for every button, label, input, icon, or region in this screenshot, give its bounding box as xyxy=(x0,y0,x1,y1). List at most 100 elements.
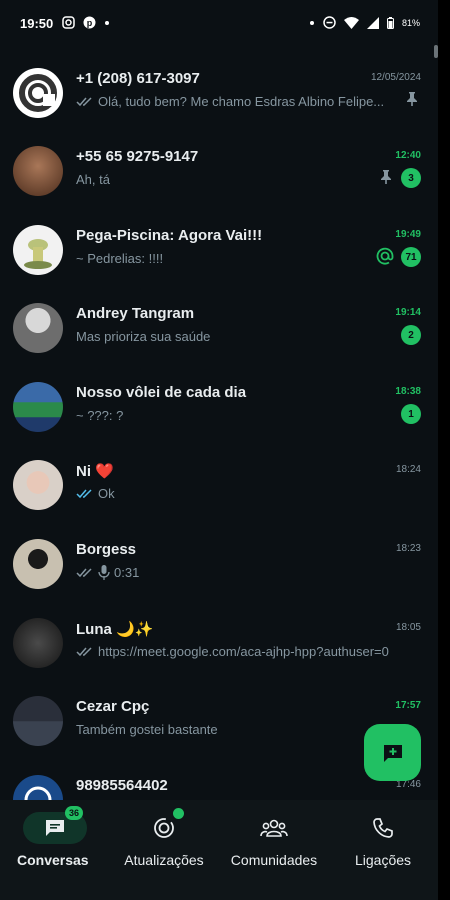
chat-preview-text: Ah, tá xyxy=(76,172,110,187)
pin-icon xyxy=(381,170,391,184)
status-bar: 19:50 p 81% xyxy=(0,0,450,48)
chat-time: 18:05 xyxy=(395,622,421,633)
new-chat-button[interactable] xyxy=(364,724,421,781)
svg-text:p: p xyxy=(87,18,93,28)
unread-badge: 3 xyxy=(401,168,421,188)
chat-row[interactable]: Luna 🌙✨ 18:05 https://meet.google.com/ac… xyxy=(0,608,434,686)
chat-preview: Olá, tudo bem? Me chamo Esdras Albino Fe… xyxy=(76,94,396,109)
tab-chats-indicator: 36 xyxy=(23,806,87,844)
chat-preview-text: Ok xyxy=(98,486,115,501)
chat-name: Ni ❤️ xyxy=(76,463,114,480)
chat-time: 18:38 xyxy=(395,386,421,397)
system-icons: 81% xyxy=(309,16,420,29)
chat-preview-text: ~ ???: ? xyxy=(76,408,124,423)
avatar xyxy=(13,618,63,668)
chat-preview: Ah, tá xyxy=(76,172,396,187)
chat-row[interactable]: +55 65 9275-9147 12:40 Ah, tá 3 xyxy=(0,136,434,214)
signal-icon xyxy=(366,16,379,29)
avatar xyxy=(13,68,63,118)
chats-unread-badge: 36 xyxy=(65,806,83,820)
tab-updates[interactable]: Atualizações xyxy=(116,808,212,868)
chat-name: Andrey Tangram xyxy=(76,305,195,322)
chat-name: Luna 🌙✨ xyxy=(76,621,154,638)
tab-calls-label: Ligações xyxy=(354,852,412,868)
double-check-icon xyxy=(76,96,92,106)
mention-icon xyxy=(376,247,394,265)
chat-row[interactable]: Nosso vôlei de cada dia 18:38 ~ ???: ? 1 xyxy=(0,372,434,450)
tab-updates-label: Atualizações xyxy=(124,852,204,868)
chat-preview: Também gostei bastante xyxy=(76,722,396,737)
chat-row[interactable]: Ni ❤️ 18:24 Ok xyxy=(0,450,434,528)
phone-icon xyxy=(373,818,393,838)
chat-row[interactable]: Pega-Piscina: Agora Vai!!! 19:49 ~ Pedre… xyxy=(0,215,434,293)
tab-communities-icon-wrap xyxy=(242,812,306,844)
chat-time: 18:24 xyxy=(395,464,421,475)
tab-calls-icon-wrap xyxy=(351,812,415,844)
avatar xyxy=(13,303,63,353)
avatar xyxy=(13,225,63,275)
pin-icon xyxy=(407,92,417,106)
chat-row[interactable]: +1 (208) 617-3097 12/05/2024 Olá, tudo b… xyxy=(0,58,434,136)
tab-communities-label: Comunidades xyxy=(230,852,318,868)
bottom-navigation: 36 Conversas Atualizações Comunidades Li… xyxy=(0,800,438,900)
dot-icon xyxy=(105,20,109,25)
tab-calls[interactable]: Ligações xyxy=(348,812,418,868)
chat-row[interactable]: Andrey Tangram 19:14 Mas prioriza sua sa… xyxy=(0,293,434,371)
dot-icon xyxy=(309,20,314,25)
instagram-icon xyxy=(62,16,75,29)
avatar xyxy=(13,539,63,589)
updates-dot xyxy=(173,808,184,819)
double-check-icon xyxy=(76,646,92,656)
wifi-icon xyxy=(343,16,359,29)
chat-time: 19:14 xyxy=(395,307,421,318)
chat-preview: ~ ???: ? xyxy=(76,408,396,423)
chat-time: 18:23 xyxy=(395,543,421,554)
chat-time: 12:40 xyxy=(395,150,421,161)
chat-name: Borgess xyxy=(76,541,137,558)
unread-badge: 71 xyxy=(401,247,421,267)
chat-preview-text: https://meet.google.com/aca-ajhp-hpp?aut… xyxy=(98,644,389,659)
do-not-disturb-icon xyxy=(323,16,336,29)
status-time: 19:50 xyxy=(20,16,54,31)
chat-preview-text: 0:31 xyxy=(114,565,140,580)
updates-icon xyxy=(154,818,174,838)
chat-list: +1 (208) 617-3097 12/05/2024 Olá, tudo b… xyxy=(0,48,434,800)
chat-name: 98985564402 xyxy=(76,777,168,794)
new-chat-icon xyxy=(383,744,402,762)
chat-row[interactable]: Borgess 18:23 0:31 xyxy=(0,529,434,607)
chat-preview-text: Mas prioriza sua saúde xyxy=(76,329,211,344)
pinterest-icon: p xyxy=(83,16,96,29)
communities-icon xyxy=(260,819,288,837)
chat-preview: Ok xyxy=(76,486,396,501)
unread-badge: 2 xyxy=(401,325,421,345)
tab-communities[interactable]: Comunidades xyxy=(225,812,323,868)
double-check-icon xyxy=(76,567,92,577)
avatar xyxy=(13,775,63,800)
chat-name: +55 65 9275-9147 xyxy=(76,148,199,165)
avatar xyxy=(13,696,63,746)
tab-updates-icon-wrap xyxy=(132,808,196,844)
chat-time: 19:49 xyxy=(395,229,421,240)
battery-percent: 81% xyxy=(401,17,420,28)
microphone-icon xyxy=(98,565,110,580)
avatar xyxy=(13,146,63,196)
avatar xyxy=(13,460,63,510)
chat-preview: Mas prioriza sua saúde xyxy=(76,329,396,344)
avatar xyxy=(13,382,63,432)
chat-preview-text: Também gostei bastante xyxy=(76,722,218,737)
chat-name: +1 (208) 617-3097 xyxy=(76,70,200,87)
unread-badge: 1 xyxy=(401,404,421,424)
chat-name: Cezar Cpç xyxy=(76,698,150,715)
chat-preview-text: ~ Pedrelias: !!!! xyxy=(76,251,164,266)
chats-icon xyxy=(46,820,64,836)
chat-time: 17:57 xyxy=(395,700,421,711)
notification-icons: p xyxy=(62,16,110,29)
chat-preview: 0:31 xyxy=(76,565,396,580)
tab-chats[interactable]: 36 Conversas xyxy=(17,806,89,868)
chat-name: Nosso vôlei de cada dia xyxy=(76,384,247,401)
tab-chats-label: Conversas xyxy=(17,852,89,868)
battery-icon xyxy=(386,16,394,29)
chat-name: Pega-Piscina: Agora Vai!!! xyxy=(76,227,263,244)
chat-preview: https://meet.google.com/aca-ajhp-hpp?aut… xyxy=(76,644,416,659)
chat-preview: ~ Pedrelias: !!!! xyxy=(76,251,396,266)
